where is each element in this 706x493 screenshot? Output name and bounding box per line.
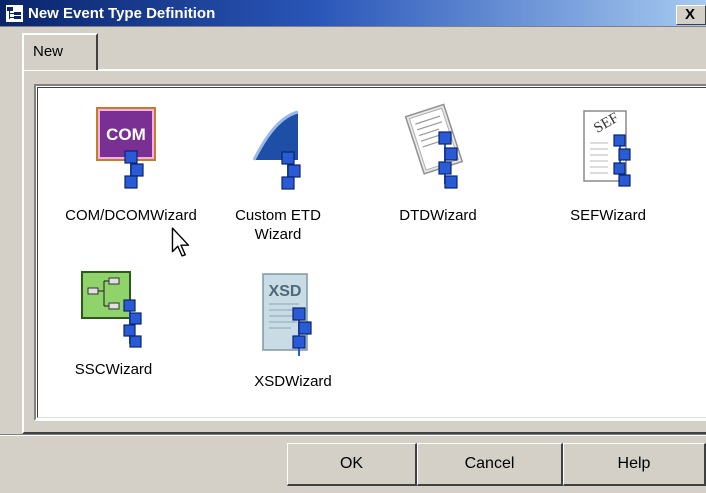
wizard-label: XSDWizard [254, 373, 332, 390]
wizard-item-ssc[interactable]: SSCWizard [46, 268, 181, 398]
help-button[interactable]: Help [563, 443, 706, 486]
wizard-label: DTDWizard [399, 207, 477, 224]
xsd-wizard-icon: XSD [262, 273, 312, 356]
mouse-cursor-icon [171, 227, 190, 257]
ok-button-label: OK [339, 455, 364, 472]
title-bar[interactable]: New Event Type Definition X [0, 0, 706, 27]
dtd-wizard-icon [404, 103, 464, 189]
com-icon-text: COM [106, 125, 146, 144]
com-wizard-icon: COM [96, 107, 156, 189]
wizard-label: Custom ETD Wizard [235, 207, 321, 243]
wizard-label: SEFWizard [570, 207, 646, 224]
sef-wizard-icon: SEF [583, 110, 631, 187]
button-bar-divider [0, 434, 706, 436]
dialog-title: New Event Type Definition [28, 5, 216, 22]
wizard-item-sef[interactable]: SEF SEFWizard [543, 102, 673, 232]
ssc-wizard-icon [81, 271, 142, 348]
tab-new-label: New [33, 43, 64, 60]
custom-etd-wizard-icon [252, 110, 301, 190]
wizard-item-com-dcom[interactable]: COM COM/DCOMWizard [46, 102, 216, 232]
wizard-label: COM/DCOMWizard [65, 207, 197, 224]
tree-icon [6, 5, 23, 22]
wizard-list-inner: COM COM/DCOMWizard Custom ETD Wizard DTD… [37, 87, 706, 418]
xsd-icon-text: XSD [269, 283, 302, 300]
wizard-item-xsd[interactable]: XSD XSDWizard [233, 270, 353, 400]
tab-new[interactable]: New [22, 33, 98, 70]
wizard-label: SSCWizard [74, 361, 153, 378]
cancel-button-label: Cancel [464, 455, 515, 472]
close-icon: X [685, 6, 696, 23]
wizard-list[interactable]: COM COM/DCOMWizard Custom ETD Wizard DTD… [34, 84, 706, 421]
cancel-button[interactable]: Cancel [417, 443, 563, 486]
ok-button[interactable]: OK [287, 443, 417, 486]
wizard-item-dtd[interactable]: DTDWizard [368, 102, 508, 232]
close-button[interactable]: X [676, 5, 706, 25]
wizard-item-custom-etd[interactable]: Custom ETD Wizard [218, 102, 338, 252]
help-button-label: Help [617, 455, 651, 472]
